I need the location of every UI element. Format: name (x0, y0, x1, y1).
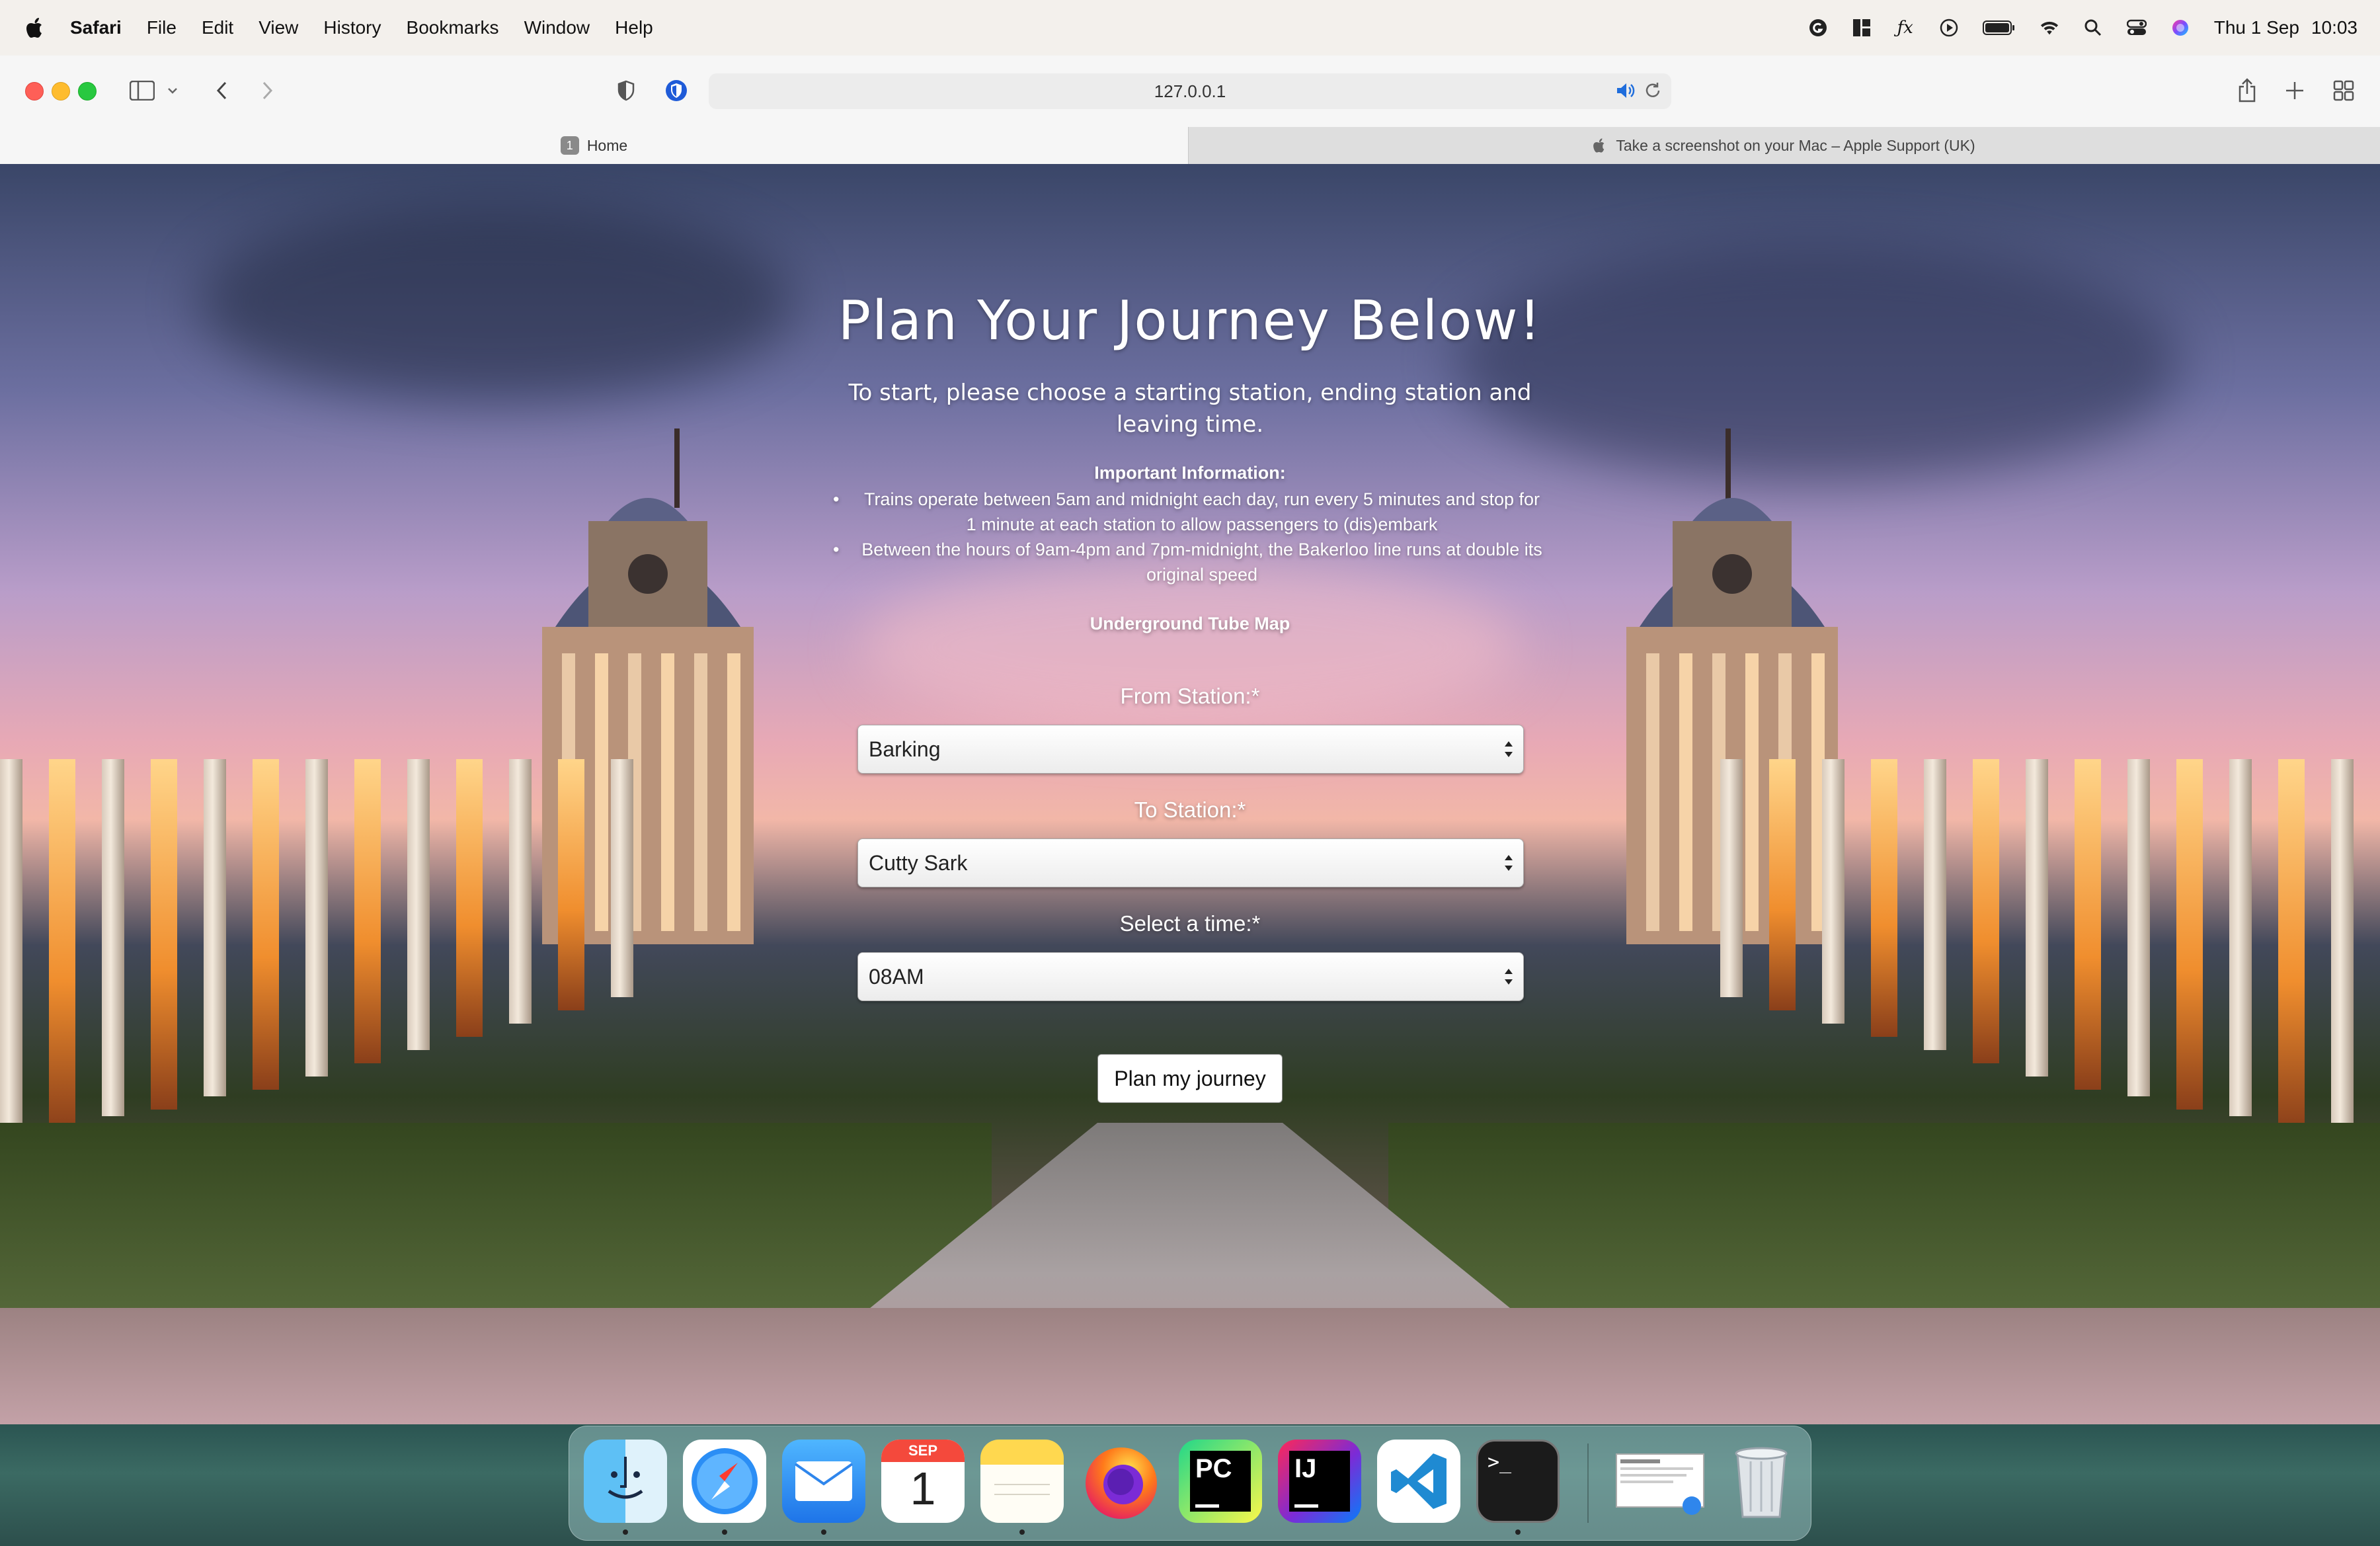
calendar-month: SEP (881, 1440, 965, 1462)
zoom-window-button[interactable] (78, 82, 97, 101)
menu-window[interactable]: Window (524, 17, 590, 38)
share-icon[interactable] (2231, 74, 2264, 107)
fx-icon[interactable]: ƒx (1895, 18, 1915, 38)
forward-icon[interactable] (251, 74, 284, 107)
right-lawn (1388, 1123, 2380, 1321)
back-icon[interactable] (205, 74, 238, 107)
tube-map-link[interactable]: Underground Tube Map (793, 614, 1587, 634)
speaker-icon[interactable] (1616, 81, 1636, 104)
tab-overview-icon[interactable] (2327, 74, 2360, 107)
menu-clock[interactable]: Thu 1 Sep 10:03 (2214, 17, 2358, 38)
vscode-icon[interactable] (1377, 1440, 1460, 1523)
browser-toolbar: 127.0.0.1 (0, 56, 2380, 128)
time-select[interactable]: 08AM (857, 952, 1524, 1001)
running-indicator (1019, 1529, 1025, 1535)
menu-time: 10:03 (2311, 17, 2358, 38)
intellij-label: IJ (1294, 1454, 1317, 1483)
menu-help[interactable]: Help (615, 17, 653, 38)
dock-separator (1587, 1444, 1589, 1523)
widgets-icon[interactable] (1852, 18, 1872, 38)
minimize-window-button[interactable] (52, 82, 70, 101)
sidebar-icon[interactable] (126, 74, 159, 107)
control-center-icon[interactable] (2126, 18, 2147, 38)
address-bar[interactable]: 127.0.0.1 (709, 73, 1671, 109)
menu-view[interactable]: View (258, 17, 298, 38)
calendar-day: 1 (910, 1463, 936, 1514)
play-icon[interactable] (1939, 18, 1959, 38)
firefox-icon[interactable] (1080, 1440, 1163, 1523)
terminal-icon[interactable]: >_ (1476, 1440, 1560, 1523)
select-arrows-icon (1505, 855, 1513, 871)
menu-bar: Safari File Edit View History Bookmarks … (0, 0, 2380, 56)
page-subtitle: To start, please choose a starting stati… (848, 380, 1532, 438)
dock: SEP 1 PC IJ >_ (569, 1426, 1811, 1541)
pycharm-icon[interactable]: PC (1179, 1440, 1262, 1523)
menu-file[interactable]: File (147, 17, 177, 38)
tab-home[interactable]: 1 Home (0, 127, 1189, 164)
web-page: Plan Your Journey Below! To start, pleas… (0, 164, 2380, 1424)
grammarly-icon[interactable] (1808, 18, 1828, 38)
finder-icon[interactable] (584, 1440, 667, 1523)
battery-icon[interactable] (1982, 18, 2016, 38)
stone-plaza (0, 1308, 2380, 1424)
tab-apple-support[interactable]: Take a screenshot on your Mac – Apple Su… (1189, 127, 2380, 164)
preview-icon[interactable] (1614, 1440, 1706, 1523)
select-arrows-icon (1505, 741, 1513, 757)
calendar-icon[interactable]: SEP 1 (881, 1440, 965, 1523)
right-colonnade (1507, 759, 2380, 1129)
menu-date: Thu 1 Sep (2213, 17, 2299, 38)
close-window-button[interactable] (25, 82, 44, 101)
time-value: 08AM (869, 964, 924, 989)
menu-history[interactable]: History (323, 17, 381, 38)
apple-menu-icon[interactable] (26, 17, 46, 39)
siri-icon[interactable] (2170, 18, 2190, 38)
running-indicator (1515, 1529, 1521, 1535)
intellij-icon[interactable]: IJ (1278, 1440, 1361, 1523)
sidebar-chevron-down-icon[interactable] (163, 74, 182, 107)
running-indicator (722, 1529, 727, 1535)
menu-app-name[interactable]: Safari (70, 17, 122, 38)
tab-bar: 1 Home Take a screenshot on your Mac – A… (0, 127, 2380, 165)
notes-icon[interactable] (980, 1440, 1064, 1523)
to-station-label: To Station:* (1134, 797, 1246, 822)
url-text[interactable]: 127.0.0.1 (1154, 81, 1226, 102)
info-title: Important Information: (1094, 463, 1286, 483)
page-title: Plan Your Journey Below! (838, 290, 1542, 352)
menu-edit[interactable]: Edit (202, 17, 233, 38)
menu-bookmarks[interactable]: Bookmarks (407, 17, 499, 38)
to-station-value: Cutty Sark (869, 850, 968, 875)
running-indicator (623, 1529, 628, 1535)
time-label: Select a time:* (1119, 911, 1261, 936)
privacy-report-icon[interactable] (610, 74, 643, 107)
new-tab-icon[interactable] (2278, 74, 2311, 107)
extension-icon[interactable] (660, 74, 693, 107)
tab-number-badge: 1 (560, 136, 579, 155)
select-arrows-icon (1505, 969, 1513, 985)
info-list: Trains operate between 5am and midnight … (833, 487, 1547, 587)
info-item: Trains operate between 5am and midnight … (833, 487, 1547, 537)
from-station-value: Barking (869, 737, 941, 761)
trash-icon[interactable] (1720, 1440, 1803, 1523)
pycharm-label: PC (1195, 1454, 1232, 1483)
tab-title: Home (586, 136, 628, 154)
mail-icon[interactable] (782, 1440, 865, 1523)
reload-icon[interactable] (1644, 81, 1662, 104)
tab-title: Take a screenshot on your Mac – Apple Su… (1616, 136, 1975, 154)
wifi-icon[interactable] (2040, 18, 2059, 38)
left-lawn (0, 1123, 992, 1321)
info-item: Between the hours of 9am-4pm and 7pm-mid… (833, 537, 1547, 587)
running-indicator (821, 1529, 826, 1535)
to-station-select[interactable]: Cutty Sark (857, 838, 1524, 887)
apple-favicon-icon (1593, 138, 1606, 153)
safari-icon[interactable] (683, 1440, 766, 1523)
plan-journey-button[interactable]: Plan my journey (1097, 1054, 1283, 1103)
search-icon[interactable] (2083, 18, 2103, 38)
from-station-label: From Station:* (1120, 684, 1260, 708)
left-colonnade (0, 759, 660, 1129)
from-station-select[interactable]: Barking (857, 725, 1524, 774)
